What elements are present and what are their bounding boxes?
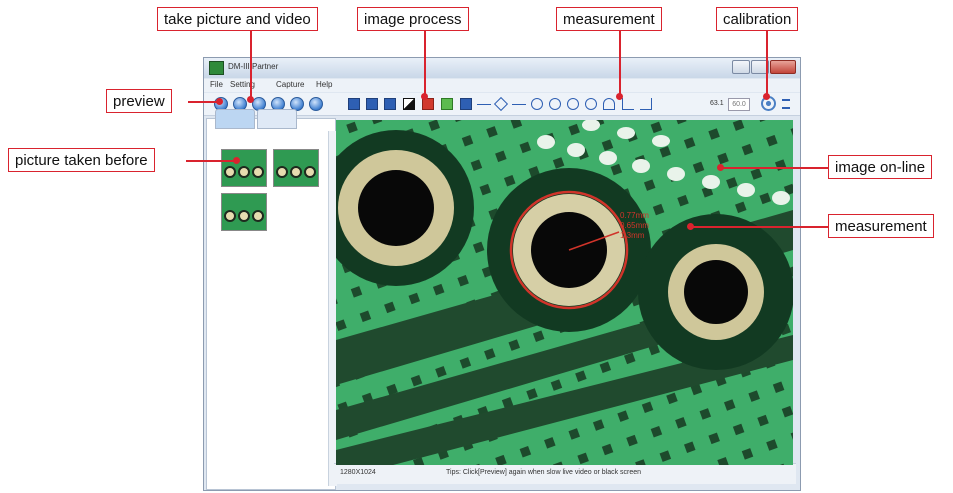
- arc-measure-icon[interactable]: [603, 98, 615, 110]
- parallel-measure-icon[interactable]: [512, 104, 526, 105]
- menu-help[interactable]: Help: [316, 80, 332, 89]
- thumbnail-2[interactable]: [273, 149, 319, 187]
- window-title: DM-III Partner: [228, 62, 279, 71]
- close-button[interactable]: [770, 60, 796, 74]
- menu-file[interactable]: File: [210, 80, 223, 89]
- menu-bar: File Setting Capture Help: [204, 79, 800, 92]
- leader-dot-picture-taken: [233, 157, 240, 164]
- callout-take-picture: take picture and video: [157, 7, 318, 31]
- thumbnail-3[interactable]: [221, 193, 267, 231]
- leader-dot-calibration: [763, 93, 770, 100]
- callout-calibration: calibration: [716, 7, 799, 31]
- help-button[interactable]: [309, 97, 323, 111]
- point-line-icon[interactable]: [640, 98, 652, 110]
- thumbnail-1[interactable]: [221, 149, 267, 187]
- polygon-measure-icon[interactable]: [531, 98, 543, 110]
- circle-measure-icon[interactable]: [549, 98, 561, 110]
- leader-dot-measurement-top: [616, 93, 623, 100]
- callout-measurement-right: measurement: [828, 214, 934, 238]
- measure-value-2: 0.65mm: [620, 221, 649, 230]
- measure-value-3: 1.3mm: [620, 231, 645, 240]
- live-image-viewer[interactable]: 0.77mm 0.65mm 1.3mm: [336, 120, 793, 465]
- contrast-icon[interactable]: [403, 98, 415, 110]
- leader-calibration: [766, 31, 768, 96]
- leader-preview: [188, 101, 219, 103]
- measure-value-1: 0.77mm: [620, 211, 649, 220]
- leader-dot-image-online: [717, 164, 724, 171]
- leader-take-picture: [250, 31, 252, 98]
- leader-dot-take-picture: [247, 96, 254, 103]
- callout-preview: preview: [106, 89, 172, 113]
- callout-image-online: image on-line: [828, 155, 933, 179]
- rotate-image-icon[interactable]: [348, 98, 360, 110]
- diameter-measure-icon[interactable]: [567, 98, 579, 110]
- ratio-input[interactable]: 60.0: [728, 98, 750, 111]
- pad-right: [638, 214, 793, 370]
- pcb-image: 0.77mm 0.65mm 1.3mm: [336, 120, 793, 465]
- callout-image-process: image process: [357, 7, 469, 31]
- tab-pictures[interactable]: [215, 109, 255, 129]
- status-tip: Tips: Click[Preview] again when slow liv…: [446, 469, 642, 476]
- minimize-button[interactable]: [732, 60, 750, 74]
- thumbnail-panel: [206, 109, 337, 490]
- angle-measure-icon[interactable]: [493, 96, 509, 112]
- app-logo-icon: [209, 61, 224, 75]
- blue-channel-icon[interactable]: [460, 98, 472, 110]
- leader-dot-image-process: [421, 93, 428, 100]
- leader-measurement-right: [690, 226, 828, 228]
- leader-image-process: [424, 31, 426, 96]
- leader-picture-taken: [186, 160, 236, 162]
- callout-measurement-top: measurement: [556, 7, 662, 31]
- green-channel-icon[interactable]: [441, 98, 453, 110]
- flip-image-icon[interactable]: [366, 98, 378, 110]
- leader-measurement-top: [619, 31, 621, 96]
- title-bar: DM-III Partner: [204, 58, 800, 78]
- three-point-circle-icon[interactable]: [585, 98, 597, 110]
- leader-image-online: [720, 167, 828, 169]
- tab-videos[interactable]: [257, 109, 297, 129]
- status-resolution: 1280X1024: [340, 469, 376, 476]
- callout-picture-taken: picture taken before: [8, 148, 155, 172]
- more-tools-icon[interactable]: [782, 99, 790, 109]
- line-measure-icon[interactable]: [477, 104, 491, 105]
- menu-capture[interactable]: Capture: [276, 80, 304, 89]
- mirror-image-icon[interactable]: [384, 98, 396, 110]
- status-bar: 1280X1024 Tips: Click[Preview] again whe…: [334, 463, 796, 484]
- leader-dot-measurement-right: [687, 223, 694, 230]
- angle-tool-icon[interactable]: [622, 98, 634, 110]
- leader-dot-preview: [216, 98, 223, 105]
- pad-center: [487, 168, 651, 332]
- ratio-label: 63.1: [710, 100, 724, 107]
